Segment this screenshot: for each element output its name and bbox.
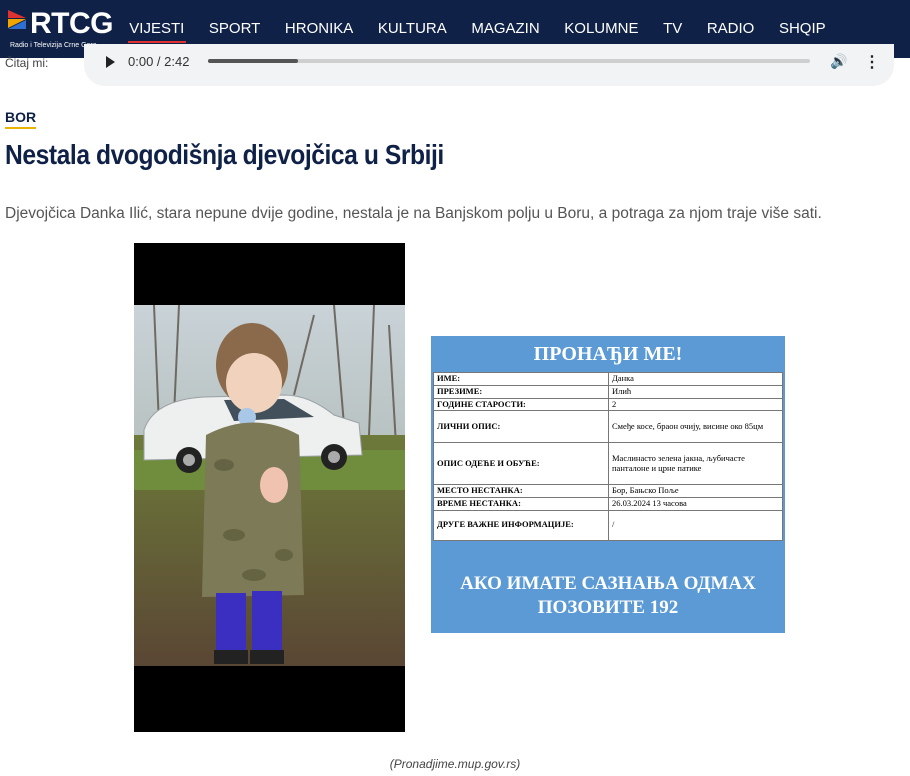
poster-row: ОПИС ОДЕЋЕ И ОБУЋЕ: Маслинасто зелена јак… <box>433 442 783 486</box>
missing-child-photo <box>134 243 405 732</box>
logo-mark-icon <box>8 10 26 29</box>
poster-value: / <box>608 509 783 541</box>
poster-label: ПРЕЗИМЕ: <box>433 384 609 399</box>
poster-value: Маслинасто зелена јакна, љубичасте панта… <box>608 442 783 486</box>
poster-row: ГОДИНЕ СТАРОСТИ: 2 <box>433 397 783 412</box>
poster-footer-line-1: АКО ИМАТЕ САЗНАЊА ОДМАХ <box>460 573 756 594</box>
poster-label: ДРУГЕ ВАЖНЕ ИНФОРМАЦИЈЕ: <box>433 509 609 541</box>
audio-time: 0:00 / 2:42 <box>128 54 190 69</box>
play-icon[interactable] <box>106 56 115 68</box>
poster-row: ВРЕМЕ НЕСТАНКА: 26.03.2024 13 часова <box>433 497 783 511</box>
logo-text: RTCG <box>30 7 114 40</box>
poster-value: 2 <box>608 397 783 412</box>
poster-value: Данка <box>608 372 783 386</box>
category-tag[interactable]: BOR <box>5 109 37 129</box>
poster-footer-line-2: ПОЗОВИТЕ 192 <box>537 597 679 618</box>
poster-label: ГОДИНЕ СТАРОСТИ: <box>433 397 609 412</box>
audio-seek-bar[interactable] <box>208 59 810 63</box>
photo-scene <box>134 305 405 666</box>
poster-call-to-action: АКО ИМАТЕ САЗНАЊА ОДМАХ ПОЗОВИТЕ 192 <box>431 572 785 620</box>
poster-label: ЛИЧНИ ОПИС: <box>433 410 609 444</box>
article-headline: Nestala dvogodišnja djevojčica u Srbiji <box>5 139 444 170</box>
poster-label: ВРЕМЕ НЕСТАНКА: <box>433 497 609 511</box>
more-options-icon[interactable]: ⋮ <box>864 52 880 72</box>
poster-row: ЛИЧНИ ОПИС: Смеђе косе, браон очију, виси… <box>433 410 783 444</box>
poster-row: МЕСТО НЕСТАНКА: Бор, Бањско Поље <box>433 484 783 499</box>
article-lead: Djevojčica Danka Ilić, stara nepune dvij… <box>5 205 822 222</box>
poster-row: ПРЕЗИМЕ: Илић <box>433 384 783 399</box>
image-caption: (Pronadjime.mup.gov.rs) <box>389 757 521 771</box>
poster-row: ИМЕ: Данка <box>433 372 783 386</box>
audio-progress-fill <box>208 59 299 63</box>
audio-player: 0:00 / 2:42 🔊 ⋮ <box>84 44 894 86</box>
poster-value: Смеђе косе, браон очију, висине око 85цм <box>608 410 783 444</box>
poster-label: МЕСТО НЕСТАНКА: <box>433 484 609 499</box>
poster-value: 26.03.2024 13 часова <box>608 497 783 511</box>
read-aloud-label: Čitaj mi: <box>5 56 49 70</box>
poster-label: ИМЕ: <box>433 372 609 386</box>
volume-icon[interactable]: 🔊 <box>830 53 847 70</box>
missing-person-poster: ПРОНАЂИ МЕ! ИМЕ: Данка ПРЕЗИМЕ: Илић ГОДИН… <box>431 336 785 633</box>
poster-row: ДРУГЕ ВАЖНЕ ИНФОРМАЦИЈЕ: / <box>433 509 783 541</box>
poster-label: ОПИС ОДЕЋЕ И ОБУЋЕ: <box>433 442 609 486</box>
poster-value: Илић <box>608 384 783 399</box>
poster-info-table: ИМЕ: Данка ПРЕЗИМЕ: Илић ГОДИНЕ СТАРОСТИ: 2… <box>433 372 783 541</box>
poster-value: Бор, Бањско Поље <box>608 484 783 499</box>
poster-title: ПРОНАЂИ МЕ! <box>533 343 683 365</box>
